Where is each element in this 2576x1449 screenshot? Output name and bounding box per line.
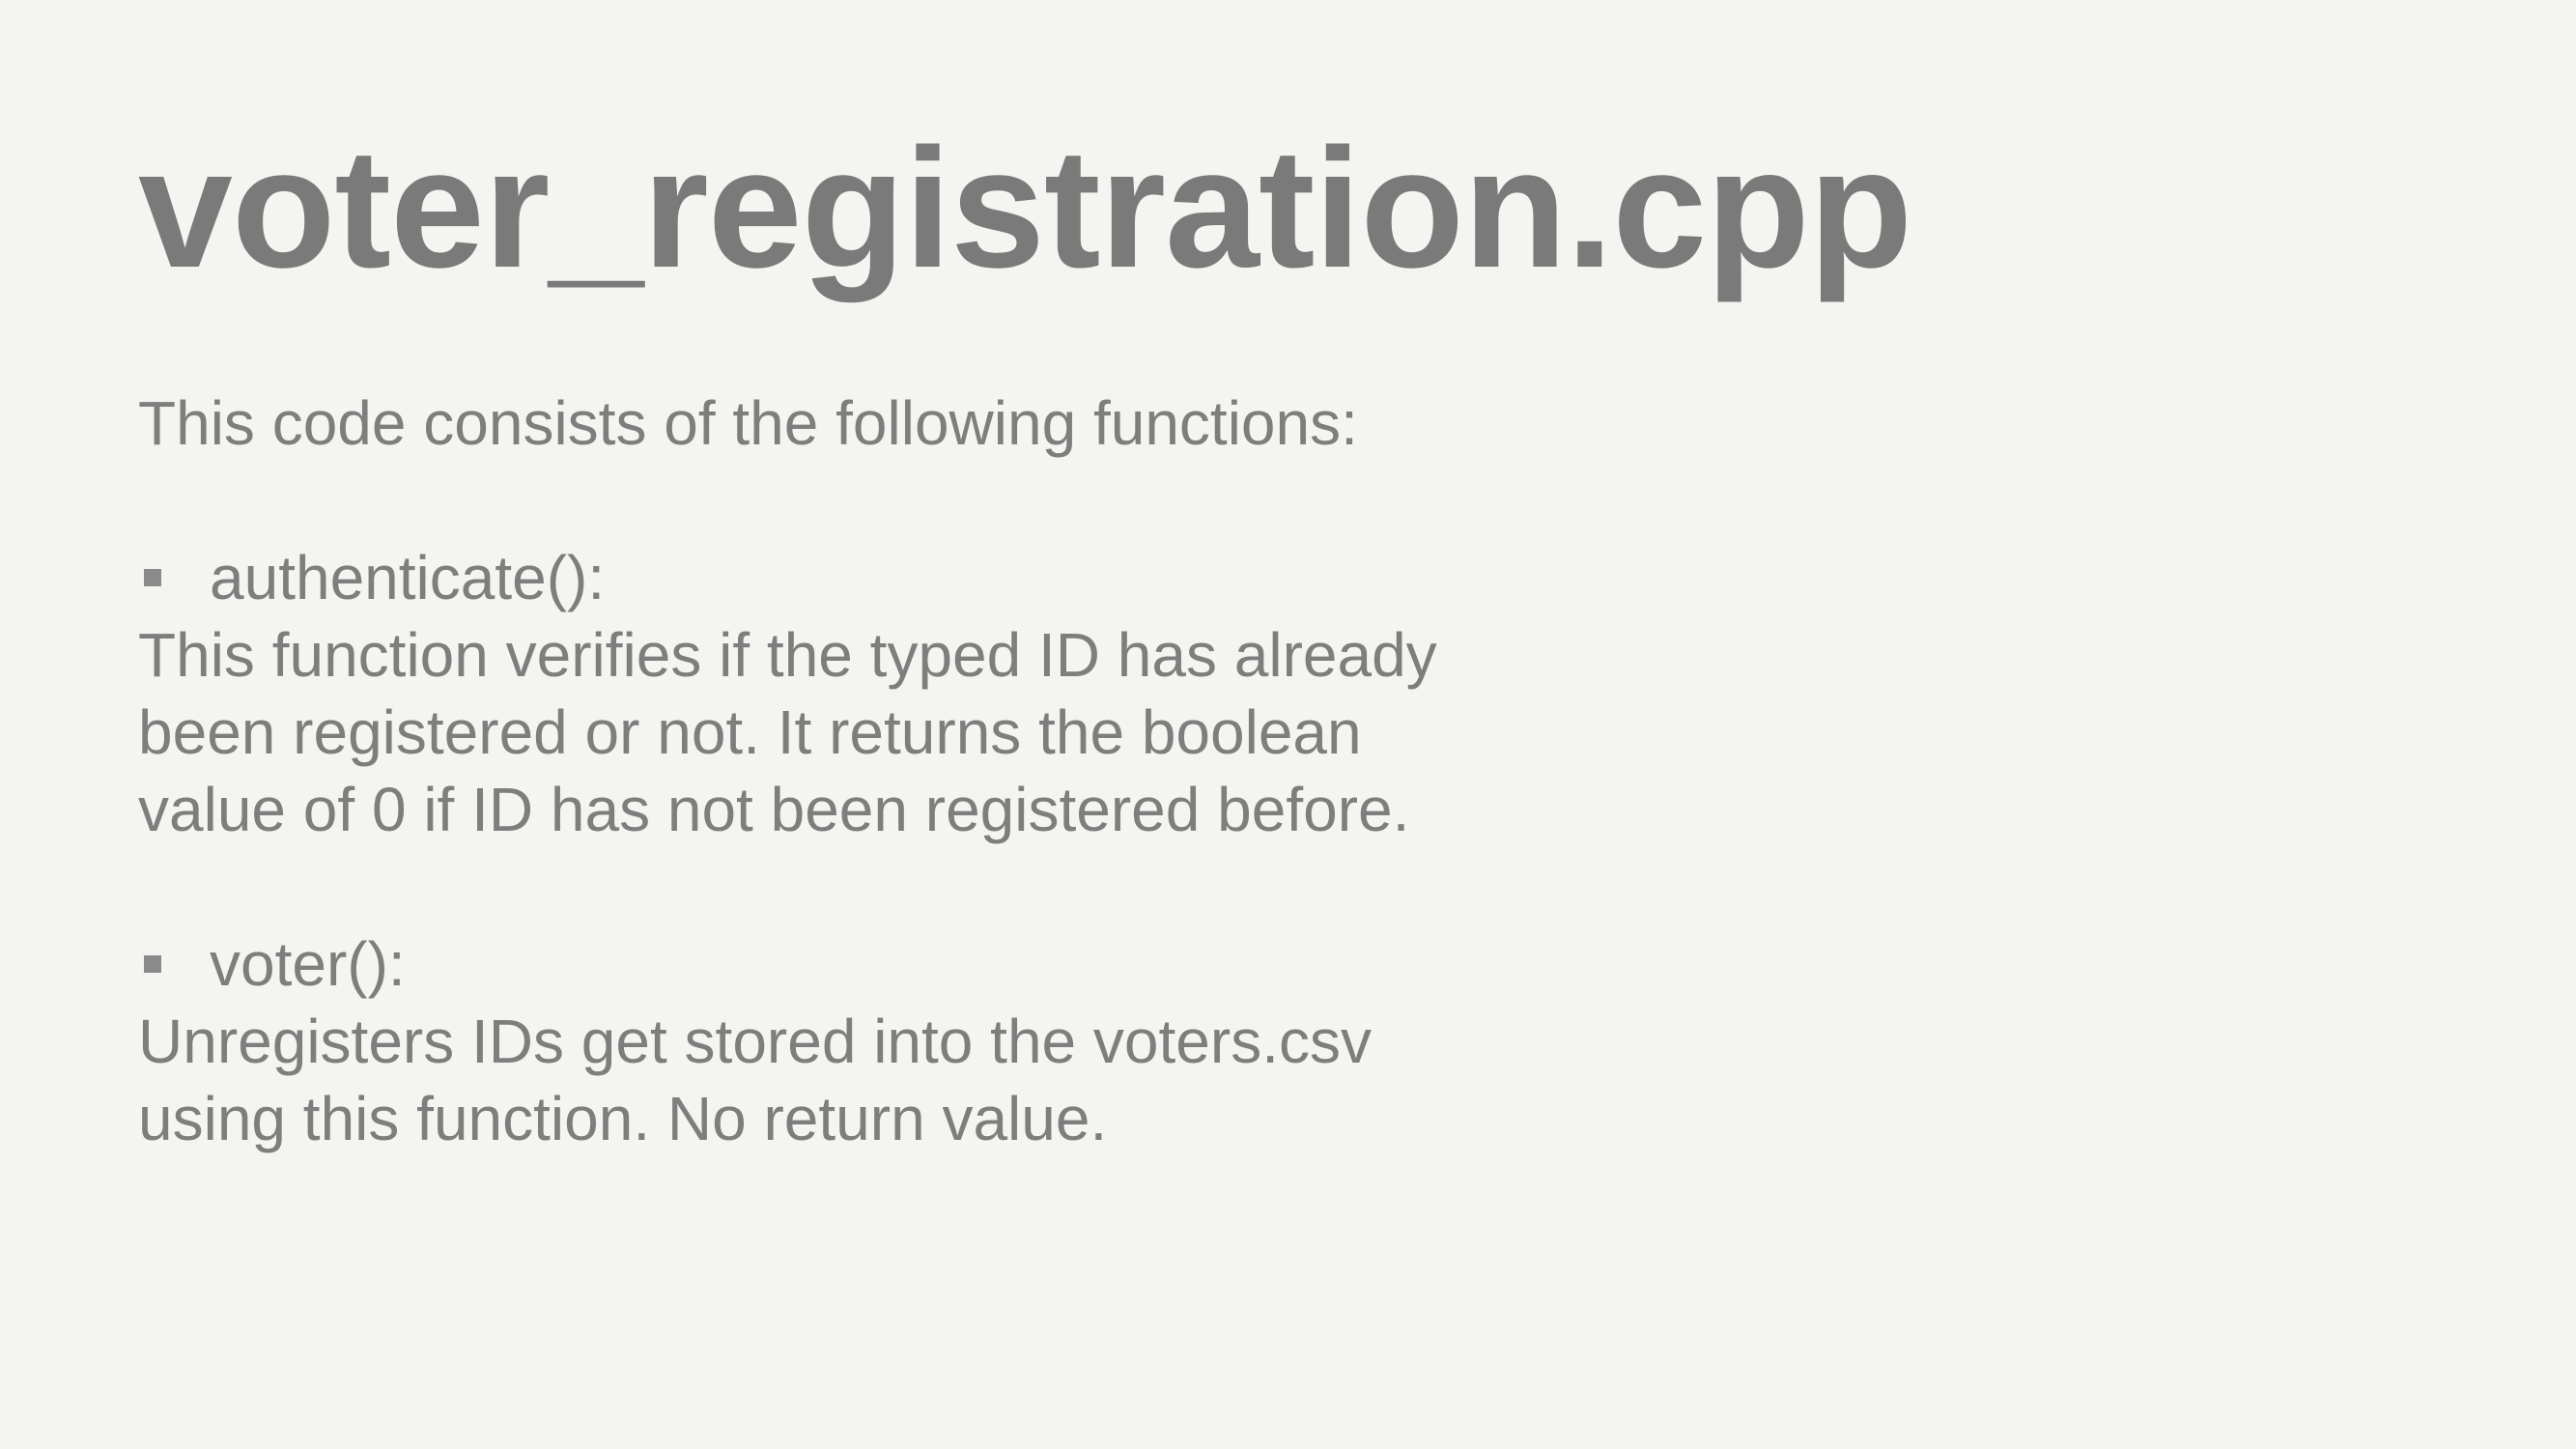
function-item-authenticate: authenticate(): This function verifies i…	[138, 539, 1780, 848]
square-bullet-icon	[144, 569, 161, 586]
function-name: voter():	[210, 929, 406, 999]
intro-text: This code consists of the following func…	[138, 388, 1358, 458]
slide-title: voter_registration.cpp	[138, 114, 1912, 303]
slide-body: This code consists of the following func…	[138, 384, 1780, 1157]
function-description: This function verifies if the typed ID h…	[138, 620, 1437, 844]
function-heading: voter():	[138, 925, 1780, 1003]
slide: voter_registration.cpp This code consist…	[0, 0, 2576, 1449]
function-item-voter: voter(): Unregisters IDs get stored into…	[138, 925, 1780, 1157]
function-description: Unregisters IDs get stored into the vote…	[138, 1007, 1372, 1153]
function-heading: authenticate():	[138, 539, 1780, 616]
square-bullet-icon	[144, 955, 161, 973]
function-name: authenticate():	[210, 543, 606, 612]
